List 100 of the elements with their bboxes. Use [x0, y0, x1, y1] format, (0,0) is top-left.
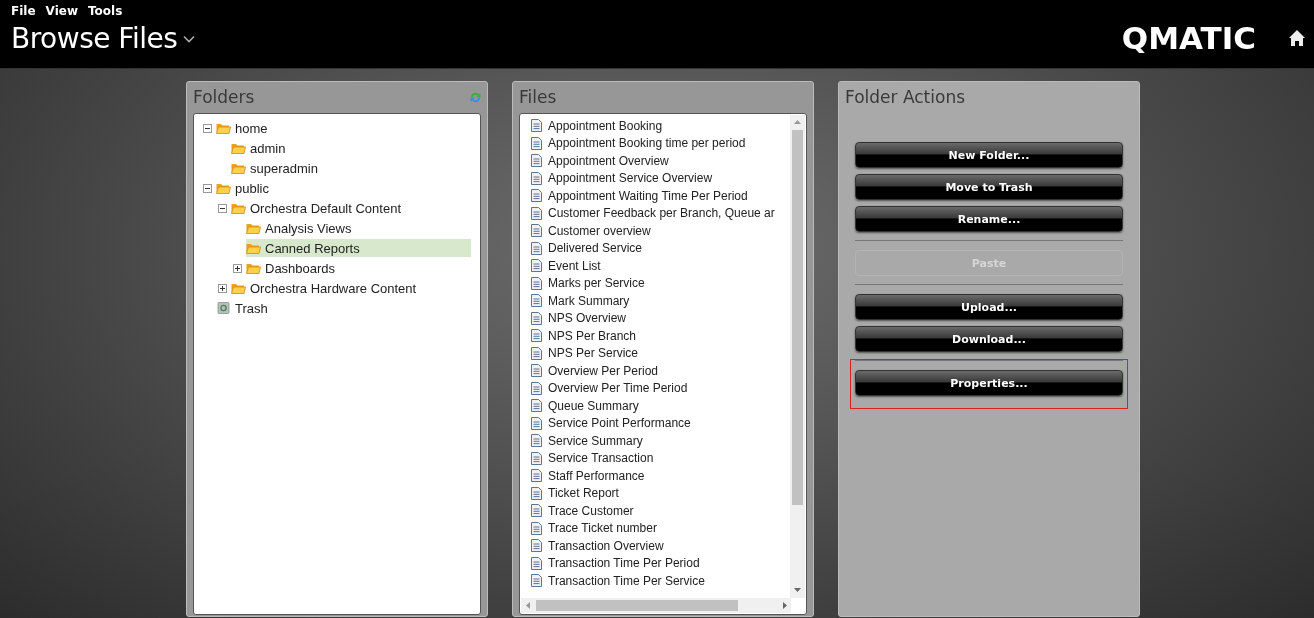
tree-item[interactable]: Analysis Views [246, 219, 356, 237]
tree-item[interactable]: Orchestra Hardware Content [231, 279, 421, 297]
folder-label: Orchestra Default Content [250, 200, 402, 216]
document-icon [531, 294, 542, 308]
file-name[interactable]: Appointment Overview [548, 153, 669, 168]
document-icon [531, 241, 542, 255]
folder-label: Dashboards [265, 260, 336, 276]
panel-title: Folder Actions [845, 87, 966, 107]
file-name[interactable]: Marks per Service [548, 276, 645, 291]
document-icon [531, 346, 542, 360]
file-name[interactable]: Service Point Performance [548, 416, 691, 431]
document-icon [531, 574, 542, 588]
action-button[interactable]: Properties... [855, 370, 1123, 396]
action-button[interactable]: Upload... [855, 294, 1123, 320]
document-icon [531, 381, 542, 395]
expand-icon[interactable] [218, 283, 227, 293]
tree-item[interactable]: public [216, 179, 273, 197]
menu-item[interactable]: Tools [88, 4, 123, 18]
folder-label: Trash [235, 300, 268, 316]
folder-icon [231, 162, 246, 174]
panel-title: Files [519, 87, 557, 107]
file-name[interactable]: Appointment Booking [548, 118, 663, 133]
home-icon[interactable] [1288, 29, 1306, 47]
document-icon [531, 276, 542, 290]
logo: QMATIC [1121, 20, 1256, 56]
document-icon [531, 259, 542, 273]
document-icon [531, 539, 542, 553]
menu-item[interactable]: File [11, 4, 36, 18]
folder-label: Analysis Views [265, 220, 352, 236]
file-name[interactable]: Transaction Overview [548, 538, 664, 553]
file-name[interactable]: Overview Per Period [548, 363, 659, 378]
trash-icon [216, 302, 231, 314]
tree-item[interactable]: Orchestra Default Content [231, 199, 406, 217]
file-name[interactable]: Event List [548, 258, 601, 273]
document-icon [531, 521, 542, 535]
folder-label: Canned Reports [265, 240, 360, 256]
file-name[interactable]: Trace Customer [548, 503, 634, 518]
tree-item[interactable]: home [216, 119, 272, 137]
file-name[interactable]: Transaction Time Per Period [548, 556, 700, 571]
folder-label: public [235, 180, 269, 196]
folder-label: admin [250, 140, 286, 156]
document-icon [531, 416, 542, 430]
chevron-down-icon[interactable] [183, 34, 196, 43]
folder-icon [246, 262, 261, 274]
document-icon [531, 329, 542, 343]
tree-item[interactable]: Dashboards [246, 259, 340, 277]
action-button[interactable]: Download... [855, 326, 1123, 352]
folder-label: home [235, 120, 268, 136]
folder-icon [231, 142, 246, 154]
file-name[interactable]: Overview Per Time Period [548, 381, 688, 396]
document-icon [531, 154, 542, 168]
page-title: Browse Files [11, 22, 178, 55]
action-button[interactable]: Rename... [855, 206, 1123, 232]
file-name[interactable]: Mark Summary [548, 293, 630, 308]
file-name[interactable]: Staff Performance [548, 468, 645, 483]
document-icon [531, 311, 542, 325]
document-icon [531, 504, 542, 518]
document-icon [531, 434, 542, 448]
file-name[interactable]: Transaction Time Per Service [548, 573, 705, 588]
document-icon [531, 364, 542, 378]
folder-icon [231, 202, 246, 214]
file-name[interactable]: Delivered Service [548, 241, 643, 256]
folder-icon [231, 282, 246, 294]
action-button[interactable]: Move to Trash [855, 174, 1123, 200]
tree-item[interactable]: Trash [216, 299, 272, 317]
action-button[interactable]: New Folder... [855, 142, 1123, 168]
document-icon [531, 556, 542, 570]
file-name[interactable]: NPS Per Branch [548, 328, 637, 343]
folder-icon [246, 222, 261, 234]
collapse-icon[interactable] [203, 183, 212, 193]
file-name[interactable]: Trace Ticket number [548, 521, 657, 536]
file-name[interactable]: Customer Feedback per Branch, Queue ar [548, 206, 775, 221]
file-name[interactable]: Appointment Service Overview [548, 171, 713, 186]
folder-icon [246, 242, 261, 254]
tree-item[interactable]: superadmin [231, 159, 322, 177]
file-name[interactable]: NPS Overview [548, 311, 627, 326]
document-icon [531, 451, 542, 465]
file-name[interactable]: Service Summary [548, 433, 643, 448]
collapse-icon[interactable] [218, 203, 227, 213]
document-icon [531, 136, 542, 150]
tree-item[interactable]: admin [231, 139, 290, 157]
file-name[interactable]: Customer overview [548, 223, 651, 238]
file-name[interactable]: Queue Summary [548, 398, 639, 413]
document-icon [531, 189, 542, 203]
expand-icon[interactable] [233, 263, 242, 273]
folder-label: superadmin [250, 160, 318, 176]
file-name[interactable]: NPS Per Service [548, 346, 639, 361]
folder-icon [216, 182, 231, 194]
menu-item[interactable]: View [45, 4, 78, 18]
file-name[interactable]: Service Transaction [548, 451, 654, 466]
document-icon [531, 486, 542, 500]
tree-item[interactable]: Canned Reports [246, 239, 471, 257]
file-name[interactable]: Appointment Booking time per period [548, 136, 746, 151]
document-icon [531, 171, 542, 185]
file-name[interactable]: Ticket Report [548, 486, 619, 501]
folder-icon [216, 122, 231, 134]
file-name[interactable]: Appointment Waiting Time Per Period [548, 188, 748, 203]
collapse-icon[interactable] [203, 123, 212, 133]
document-icon [531, 224, 542, 238]
document-icon [531, 469, 542, 483]
